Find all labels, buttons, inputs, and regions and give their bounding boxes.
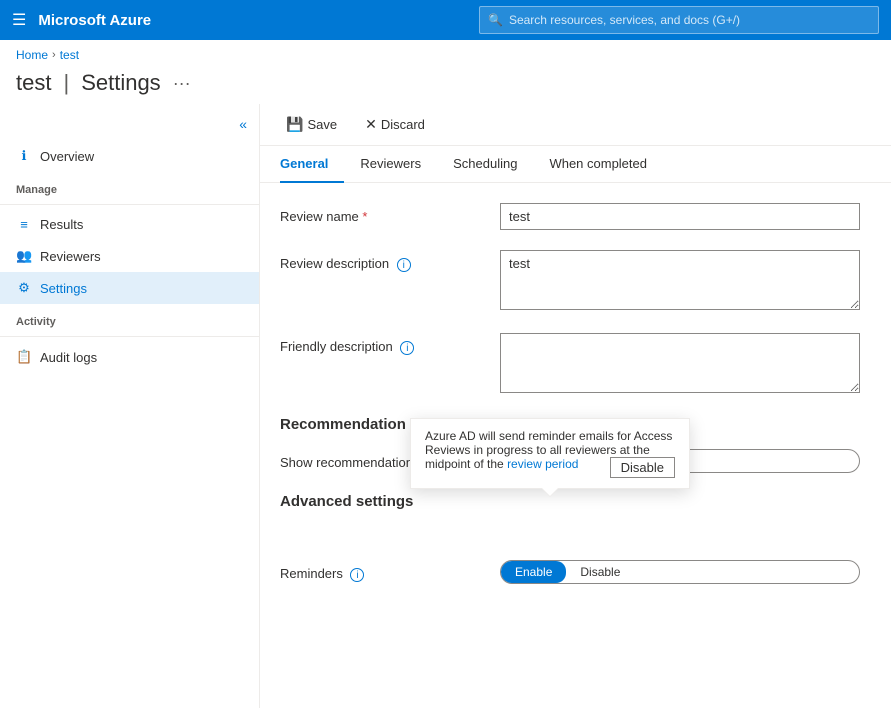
toolbar: 💾 Save ✕ Discard xyxy=(260,104,891,146)
sidebar: « ℹ Overview Manage ≡ Results 👥 Reviewer… xyxy=(0,104,260,708)
reminders-label: Reminders i xyxy=(280,560,480,582)
discard-button[interactable]: ✕ Discard xyxy=(359,112,431,137)
page-title-separator: | xyxy=(63,70,69,96)
friendly-description-info-icon[interactable]: i xyxy=(400,341,414,355)
collapse-icon[interactable]: « xyxy=(239,116,247,132)
review-name-label: Review name * xyxy=(280,203,480,224)
tab-scheduling[interactable]: Scheduling xyxy=(437,146,533,183)
sidebar-collapse-btn[interactable]: « xyxy=(0,112,259,140)
review-name-input-wrapper xyxy=(500,203,860,230)
save-label: Save xyxy=(307,117,337,132)
tab-when-completed[interactable]: When completed xyxy=(533,146,663,183)
review-description-row: Review description i test xyxy=(280,250,871,313)
review-description-input-wrapper: test xyxy=(500,250,860,313)
sidebar-audit-logs-label: Audit logs xyxy=(40,350,97,365)
friendly-description-input-wrapper xyxy=(500,333,860,396)
required-indicator: * xyxy=(362,209,367,224)
hamburger-menu-icon[interactable]: ☰ xyxy=(12,10,26,30)
review-name-row: Review name * xyxy=(280,203,871,230)
reminders-disable-btn[interactable]: Disable xyxy=(566,561,634,583)
reviewers-icon: 👥 xyxy=(16,248,32,264)
topbar: ☰ Microsoft Azure 🔍 xyxy=(0,0,891,40)
review-name-input[interactable] xyxy=(500,203,860,230)
tab-general[interactable]: General xyxy=(280,146,344,183)
review-description-input[interactable]: test xyxy=(500,250,860,310)
reminders-row: Reminders i Enable Disable xyxy=(280,560,871,584)
friendly-description-row: Friendly description i xyxy=(280,333,871,396)
page-header: test | Settings ··· xyxy=(0,66,891,104)
tab-reviewers[interactable]: Reviewers xyxy=(344,146,437,183)
sidebar-item-audit-logs[interactable]: 📋 Audit logs xyxy=(0,341,259,373)
sidebar-divider-1 xyxy=(0,204,259,205)
main-wrapper: Home › test test | Settings ··· « ℹ Over… xyxy=(0,40,891,708)
sidebar-item-reviewers[interactable]: 👥 Reviewers xyxy=(0,240,259,272)
more-options-icon[interactable]: ··· xyxy=(173,73,191,94)
tooltip-disable-btn[interactable]: Disable xyxy=(610,457,675,478)
breadcrumb: Home › test xyxy=(0,40,891,66)
audit-logs-icon: 📋 xyxy=(16,349,32,365)
sidebar-section-manage: Manage xyxy=(0,172,259,200)
sidebar-item-overview[interactable]: ℹ Overview xyxy=(0,140,259,172)
info-circle-icon: ℹ xyxy=(16,148,32,164)
reminders-section: Azure AD will send reminder emails for A… xyxy=(280,560,871,584)
settings-gear-icon: ⚙ xyxy=(16,280,32,296)
results-icon: ≡ xyxy=(16,217,32,232)
app-title: Microsoft Azure xyxy=(38,12,151,29)
friendly-description-input[interactable] xyxy=(500,333,860,393)
friendly-description-label: Friendly description i xyxy=(280,333,480,355)
sidebar-overview-label: Overview xyxy=(40,149,94,164)
reminders-info-icon[interactable]: i xyxy=(350,568,364,582)
tooltip-popup: Azure AD will send reminder emails for A… xyxy=(410,418,690,489)
reminders-enable-btn[interactable]: Enable xyxy=(501,561,566,583)
advanced-settings-heading: Advanced settings xyxy=(280,493,871,510)
form-area: Review name * Review description i test xyxy=(260,183,891,624)
tooltip-link[interactable]: review period xyxy=(507,457,578,471)
sidebar-divider-2 xyxy=(0,336,259,337)
save-icon: 💾 xyxy=(286,116,303,133)
search-icon: 🔍 xyxy=(488,13,503,27)
content-area: « ℹ Overview Manage ≡ Results 👥 Reviewer… xyxy=(0,104,891,708)
review-description-label: Review description i xyxy=(280,250,480,272)
breadcrumb-separator-1: › xyxy=(52,49,56,61)
global-search-box[interactable]: 🔍 xyxy=(479,6,879,34)
sidebar-section-activity: Activity xyxy=(0,304,259,332)
save-button[interactable]: 💾 Save xyxy=(280,112,343,137)
page-title-resource: test xyxy=(16,70,51,96)
discard-label: Discard xyxy=(381,117,425,132)
page-subtitle: Settings xyxy=(81,70,161,96)
breadcrumb-current: test xyxy=(60,48,79,62)
review-description-info-icon[interactable]: i xyxy=(397,258,411,272)
sidebar-item-settings[interactable]: ⚙ Settings xyxy=(0,272,259,304)
reminders-toggle-wrapper: Enable Disable xyxy=(500,560,860,584)
reminders-toggle: Enable Disable xyxy=(500,560,860,584)
main-panel: 💾 Save ✕ Discard General Reviewers Sched… xyxy=(260,104,891,708)
sidebar-item-results[interactable]: ≡ Results xyxy=(0,209,259,240)
breadcrumb-home[interactable]: Home xyxy=(16,48,48,62)
sidebar-settings-label: Settings xyxy=(40,281,87,296)
discard-icon: ✕ xyxy=(365,116,377,133)
settings-tabs: General Reviewers Scheduling When comple… xyxy=(260,146,891,183)
sidebar-results-label: Results xyxy=(40,217,83,232)
sidebar-reviewers-label: Reviewers xyxy=(40,249,101,264)
search-input[interactable] xyxy=(509,13,870,27)
